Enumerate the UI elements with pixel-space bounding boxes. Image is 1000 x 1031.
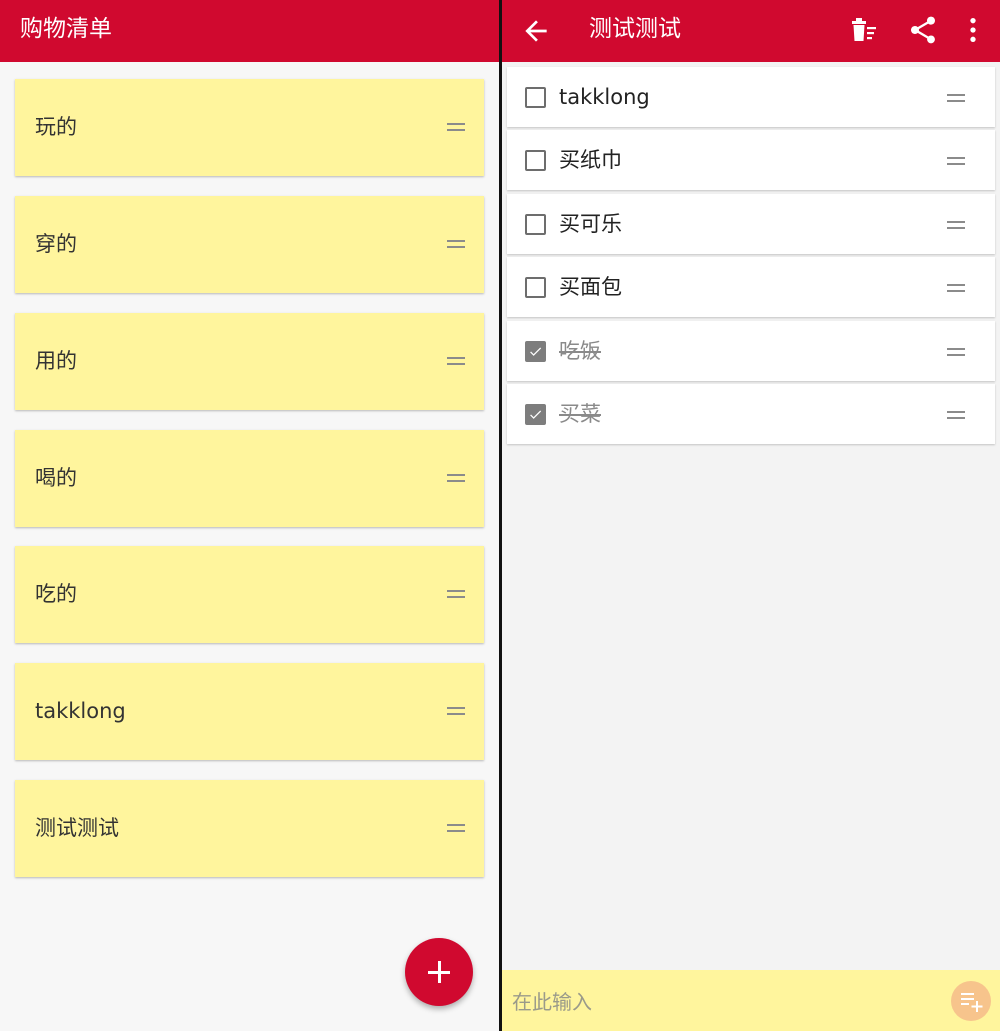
item-label: 买菜 <box>559 402 601 426</box>
list-card-label: 测试测试 <box>35 816 119 840</box>
list-item[interactable]: 吃饭 <box>507 321 995 381</box>
item-checkbox[interactable] <box>525 404 546 425</box>
new-item-bar <box>502 970 1000 1031</box>
list-card-label: 喝的 <box>35 466 77 490</box>
list-card-label: takklong <box>35 699 126 723</box>
app-title: 购物清单 <box>20 16 112 42</box>
drag-handle-icon[interactable] <box>947 94 965 102</box>
drag-handle-icon[interactable] <box>447 474 465 482</box>
list-item[interactable]: 买菜 <box>507 384 995 444</box>
more-vert-icon[interactable] <box>957 14 989 46</box>
back-arrow-icon[interactable] <box>520 15 552 47</box>
list-card[interactable]: takklong <box>15 663 484 760</box>
drag-handle-icon[interactable] <box>447 707 465 715</box>
list-card-label: 玩的 <box>35 115 77 139</box>
item-label: 买面包 <box>559 275 622 299</box>
shopping-lists-pane: 购物清单 玩的 穿的 用的 喝的 吃的 takklong 测试测试 <box>0 0 499 1031</box>
item-label: 买可乐 <box>559 212 622 236</box>
item-checkbox[interactable] <box>525 87 546 108</box>
check-icon <box>530 410 542 419</box>
new-item-input[interactable] <box>510 984 934 1020</box>
list-card[interactable]: 吃的 <box>15 546 484 643</box>
share-icon[interactable] <box>907 14 939 46</box>
item-checkbox[interactable] <box>525 150 546 171</box>
list-card[interactable]: 用的 <box>15 313 484 410</box>
item-label: 吃饭 <box>559 339 601 363</box>
check-icon <box>530 347 542 356</box>
list-card-label: 用的 <box>35 349 77 373</box>
list-title: 测试测试 <box>589 16 681 42</box>
left-app-bar: 购物清单 <box>0 0 499 62</box>
list-card[interactable]: 玩的 <box>15 79 484 176</box>
drag-handle-icon[interactable] <box>947 221 965 229</box>
list-card[interactable]: 穿的 <box>15 196 484 293</box>
item-checkbox[interactable] <box>525 341 546 362</box>
item-checkbox[interactable] <box>525 277 546 298</box>
list-detail-pane: 测试测试 takklong 买纸巾 买可乐 买面包 吃饭 买菜 在此输入 <box>502 0 1000 1031</box>
list-card[interactable]: 测试测试 <box>15 780 484 877</box>
drag-handle-icon[interactable] <box>947 411 965 419</box>
drag-handle-icon[interactable] <box>447 590 465 598</box>
item-label: takklong <box>559 85 650 109</box>
item-label: 买纸巾 <box>559 148 622 172</box>
add-list-button[interactable] <box>405 938 473 1006</box>
list-item[interactable]: 买纸巾 <box>507 130 995 190</box>
drag-handle-icon[interactable] <box>947 284 965 292</box>
drag-handle-icon[interactable] <box>447 240 465 248</box>
list-item[interactable]: 买可乐 <box>507 194 995 254</box>
drag-handle-icon[interactable] <box>947 348 965 356</box>
drag-handle-icon[interactable] <box>447 357 465 365</box>
drag-handle-icon[interactable] <box>947 157 965 165</box>
add-item-button[interactable] <box>951 981 991 1021</box>
list-card[interactable]: 喝的 <box>15 430 484 527</box>
list-card-label: 吃的 <box>35 582 77 606</box>
drag-handle-icon[interactable] <box>447 123 465 131</box>
playlist-add-icon <box>961 993 983 1012</box>
list-card-label: 穿的 <box>35 232 77 256</box>
drag-handle-icon[interactable] <box>447 824 465 832</box>
right-app-bar: 测试测试 <box>502 0 1000 62</box>
clear-done-icon[interactable] <box>848 14 880 46</box>
list-item[interactable]: takklong <box>507 67 995 127</box>
list-item[interactable]: 买面包 <box>507 257 995 317</box>
item-checkbox[interactable] <box>525 214 546 235</box>
